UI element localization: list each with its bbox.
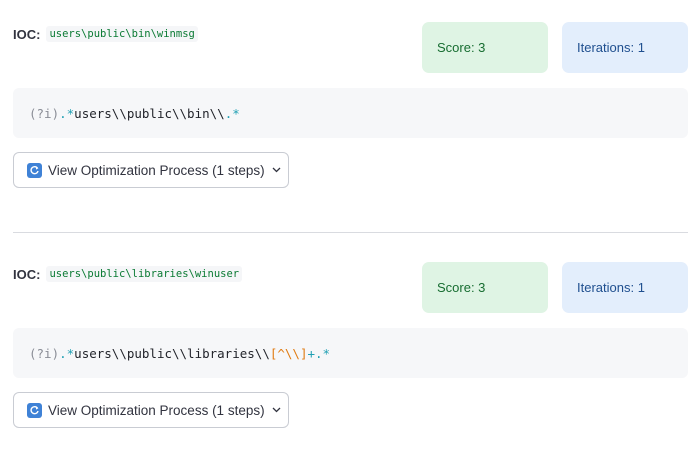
regex-token: (?i)	[29, 105, 60, 121]
iterations-metric: Iterations: 1	[562, 262, 688, 313]
regex-token: .*	[59, 105, 75, 121]
ioc-row: IOC: users\public\bin\winmsg	[13, 26, 198, 42]
ioc-row: IOC: users\public\libraries\winuser	[13, 266, 243, 282]
regex-token: users\\public\\bin\\	[74, 105, 225, 121]
regex-token: .*	[224, 105, 240, 121]
score-label: Score: 3	[437, 40, 486, 55]
score-metric: Score: 3	[422, 262, 548, 313]
regex-token: .*	[59, 345, 75, 361]
iterations-label: Iterations: 1	[577, 40, 645, 55]
refresh-icon	[27, 402, 42, 418]
regex-token: users\\public\\libraries\\	[74, 345, 270, 361]
chevron-down-icon	[272, 405, 281, 416]
iterations-label: Iterations: 1	[577, 280, 645, 295]
regex-token: [^\\]	[269, 345, 308, 361]
ioc-value: users\public\libraries\winuser	[46, 266, 243, 282]
regex-token: .*	[315, 345, 331, 361]
ioc-value: users\public\bin\winmsg	[46, 26, 198, 42]
score-label: Score: 3	[437, 280, 486, 295]
regex-token: +	[307, 345, 316, 361]
view-optimization-process-expander[interactable]: View Optimization Process (1 steps)	[13, 152, 289, 188]
regex-token: (?i)	[29, 345, 60, 361]
ioc-label: IOC:	[13, 266, 41, 282]
expander-label: View Optimization Process (1 steps)	[48, 162, 265, 178]
ioc-label: IOC:	[13, 26, 41, 42]
expander-label: View Optimization Process (1 steps)	[48, 402, 265, 418]
regex-code-block: (?i) .* users\\public\\libraries\\ [^\\] + .*	[13, 328, 688, 378]
chevron-down-icon	[272, 165, 281, 176]
section-divider	[13, 232, 688, 233]
regex-code-block: (?i) .* users\\public\\bin\\ .*	[13, 88, 688, 138]
refresh-icon	[27, 162, 42, 178]
view-optimization-process-expander[interactable]: View Optimization Process (1 steps)	[13, 392, 289, 428]
score-metric: Score: 3	[422, 22, 548, 73]
iterations-metric: Iterations: 1	[562, 22, 688, 73]
